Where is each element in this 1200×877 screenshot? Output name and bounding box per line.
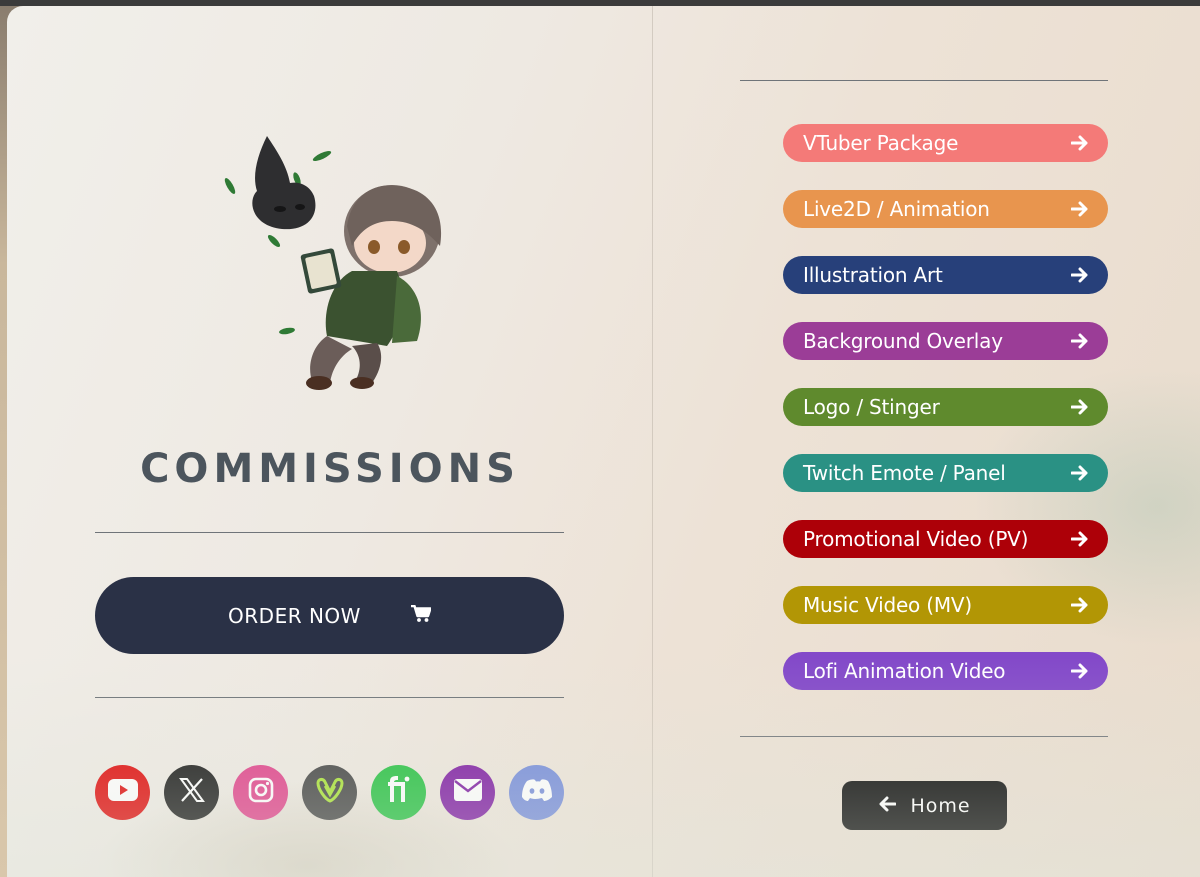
arrow-right-icon	[1070, 661, 1090, 681]
link-label: Music Video (MV)	[803, 593, 972, 617]
page-title: COMMISSIONS	[140, 446, 520, 492]
x-logo-icon	[178, 778, 205, 807]
youtube-icon	[107, 779, 138, 806]
title-divider	[95, 532, 564, 533]
youtube-link[interactable]	[95, 765, 150, 820]
link-label: Promotional Video (PV)	[803, 527, 1029, 551]
vgen-icon	[315, 777, 345, 808]
link-background-overlay[interactable]: Background Overlay	[783, 322, 1108, 360]
vgen-link[interactable]	[302, 765, 357, 820]
link-label: Twitch Emote / Panel	[803, 461, 1006, 485]
link-label: Illustration Art	[803, 263, 943, 287]
fiverr-icon	[385, 776, 413, 809]
links-bottom-divider	[740, 736, 1108, 737]
social-links	[95, 765, 564, 820]
link-vtuber-package[interactable]: VTuber Package	[783, 124, 1108, 162]
link-promotional-video[interactable]: Promotional Video (PV)	[783, 520, 1108, 558]
arrow-right-icon	[1070, 463, 1090, 483]
arrow-right-icon	[1070, 397, 1090, 417]
link-label: Logo / Stinger	[803, 395, 940, 419]
column-divider	[652, 6, 653, 877]
order-now-button[interactable]: ORDER NOW	[95, 577, 564, 654]
link-lofi-animation-video[interactable]: Lofi Animation Video	[783, 652, 1108, 690]
arrow-right-icon	[1070, 595, 1090, 615]
commissions-card: COMMISSIONS ORDER NOW VTuber Package Liv…	[7, 6, 1200, 877]
instagram-icon	[248, 777, 274, 808]
links-top-divider	[740, 80, 1108, 81]
order-now-label: ORDER NOW	[228, 603, 361, 628]
home-button[interactable]: Home	[842, 781, 1007, 830]
x-link[interactable]	[164, 765, 219, 820]
link-label: Background Overlay	[803, 329, 1003, 353]
instagram-link[interactable]	[233, 765, 288, 820]
link-illustration-art[interactable]: Illustration Art	[783, 256, 1108, 294]
shopping-cart-icon	[410, 604, 432, 628]
link-logo-stinger[interactable]: Logo / Stinger	[783, 388, 1108, 426]
link-label: Lofi Animation Video	[803, 659, 1006, 683]
envelope-icon	[453, 779, 482, 806]
link-label: VTuber Package	[803, 131, 959, 155]
arrow-right-icon	[1070, 265, 1090, 285]
link-twitch-emote-panel[interactable]: Twitch Emote / Panel	[783, 454, 1108, 492]
discord-link[interactable]	[509, 765, 564, 820]
fiverr-link[interactable]	[371, 765, 426, 820]
home-label: Home	[910, 794, 971, 817]
chibi-character-illustration	[212, 121, 452, 391]
link-label: Live2D / Animation	[803, 197, 990, 221]
commission-categories: VTuber Package Live2D / Animation Illust…	[783, 124, 1108, 718]
order-divider	[95, 697, 564, 698]
link-live2d-animation[interactable]: Live2D / Animation	[783, 190, 1108, 228]
link-music-video[interactable]: Music Video (MV)	[783, 586, 1108, 624]
arrow-right-icon	[1070, 529, 1090, 549]
discord-icon	[521, 778, 553, 807]
arrow-right-icon	[1070, 133, 1090, 153]
arrow-right-icon	[1070, 199, 1090, 219]
email-link[interactable]	[440, 765, 495, 820]
arrow-left-icon	[878, 795, 897, 817]
arrow-right-icon	[1070, 331, 1090, 351]
